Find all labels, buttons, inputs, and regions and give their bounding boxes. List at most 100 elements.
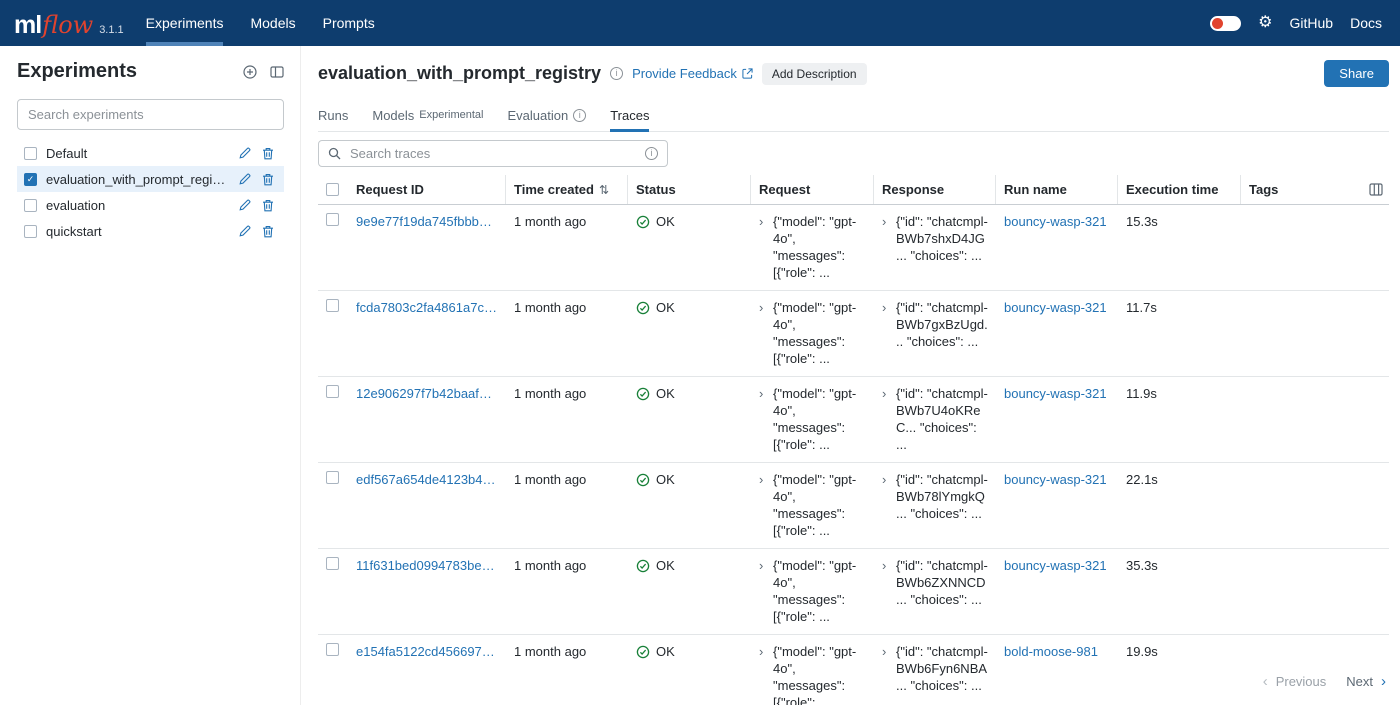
col-response[interactable]: Response [874, 175, 996, 204]
expand-request-icon[interactable]: › [759, 213, 770, 230]
experiment-checkbox[interactable]: ✓ [24, 173, 37, 186]
request-id-link[interactable]: fcda7803c2fa4861a7c2b3... [356, 299, 498, 316]
search-experiments-input[interactable] [17, 99, 284, 130]
new-experiment-icon[interactable] [243, 65, 257, 79]
nav-docs-link[interactable]: Docs [1350, 15, 1382, 31]
status-cell: OK [628, 557, 751, 574]
experiment-checkbox[interactable] [24, 147, 37, 160]
run-name-link[interactable]: bouncy-wasp-321 [1004, 214, 1107, 229]
time-created-cell: 1 month ago [506, 299, 628, 316]
experiment-item-evaluation[interactable]: evaluation [17, 192, 284, 218]
expand-request-icon[interactable]: › [759, 471, 770, 488]
row-checkbox[interactable] [326, 213, 339, 226]
search-traces-input[interactable] [348, 145, 638, 162]
search-traces-box[interactable]: i [318, 140, 668, 167]
status-ok-icon [636, 645, 650, 659]
experiment-label: evaluation_with_prompt_registry [46, 172, 230, 187]
delete-experiment-icon[interactable] [262, 147, 274, 160]
request-cell: › {"model": "gpt-4o", "messages": [{"rol… [751, 299, 874, 367]
col-time-created[interactable]: Time created ⇅ [506, 175, 628, 204]
request-id-link[interactable]: 12e906297f7b42baaf5482... [356, 385, 498, 402]
nav-prompts[interactable]: Prompts [323, 0, 375, 46]
nav-experiments[interactable]: Experiments [146, 0, 224, 46]
status-ok-icon [636, 387, 650, 401]
experiment-item-default[interactable]: Default [17, 140, 284, 166]
sort-descending-icon[interactable]: ⇅ [599, 183, 609, 197]
request-id-link[interactable]: edf567a654de4123b4584... [356, 471, 498, 488]
col-label: Time created [514, 182, 594, 197]
experiment-checkbox[interactable] [24, 225, 37, 238]
experiment-checkbox[interactable] [24, 199, 37, 212]
time-created-cell: 1 month ago [506, 643, 628, 660]
row-checkbox[interactable] [326, 299, 339, 312]
theme-toggle[interactable] [1210, 16, 1241, 31]
collapse-sidebar-icon[interactable] [270, 65, 284, 79]
provide-feedback-link[interactable]: Provide Feedback [632, 66, 753, 81]
col-request-id[interactable]: Request ID [348, 175, 506, 204]
trace-row: 9e9e77f19da745fbbb6fa9... 1 month ago OK… [318, 205, 1389, 291]
col-status[interactable]: Status [628, 175, 751, 204]
expand-request-icon[interactable]: › [759, 643, 770, 660]
expand-response-icon[interactable]: › [882, 471, 893, 488]
nav-models[interactable]: Models [250, 0, 295, 46]
tab-traces[interactable]: Traces [610, 101, 649, 132]
run-name-link[interactable]: bouncy-wasp-321 [1004, 300, 1107, 315]
expand-response-icon[interactable]: › [882, 299, 893, 316]
edit-experiment-icon[interactable] [239, 199, 251, 211]
select-all-checkbox[interactable] [326, 183, 339, 196]
next-page-button[interactable]: Next › [1346, 674, 1386, 689]
expand-response-icon[interactable]: › [882, 385, 893, 402]
delete-experiment-icon[interactable] [262, 173, 274, 186]
row-checkbox[interactable] [326, 557, 339, 570]
edit-experiment-icon[interactable] [239, 225, 251, 237]
response-cell: › {"id": "chatcmpl-BWb6ZXNNCD... "choice… [874, 557, 996, 608]
columns-config-icon[interactable] [1369, 183, 1383, 196]
pagination: ‹ Previous Next › [1263, 674, 1386, 689]
expand-request-icon[interactable]: › [759, 557, 770, 574]
run-name-link[interactable]: bouncy-wasp-321 [1004, 386, 1107, 401]
add-description-button[interactable]: Add Description [762, 63, 867, 85]
row-checkbox[interactable] [326, 385, 339, 398]
experiment-item-quickstart[interactable]: quickstart [17, 218, 284, 244]
tab-evaluation[interactable]: Evaluation i [507, 101, 586, 132]
share-button[interactable]: Share [1324, 60, 1389, 87]
status-cell: OK [628, 471, 751, 488]
row-checkbox[interactable] [326, 643, 339, 656]
run-name-link[interactable]: bouncy-wasp-321 [1004, 558, 1107, 573]
row-checkbox[interactable] [326, 471, 339, 484]
col-execution-time[interactable]: Execution time [1118, 175, 1241, 204]
navbar-right: ⚙ GitHub Docs [1210, 0, 1382, 46]
request-id-link[interactable]: 9e9e77f19da745fbbb6fa9... [356, 213, 498, 230]
col-tags[interactable]: Tags [1241, 175, 1361, 204]
experiment-item-evaluation-with-prompt-registry[interactable]: ✓ evaluation_with_prompt_registry [17, 166, 284, 192]
expand-request-icon[interactable]: › [759, 299, 770, 316]
request-cell: › {"model": "gpt-4o", "messages": [{"rol… [751, 385, 874, 453]
experiment-list: Default ✓ evaluation_with_prompt_registr… [17, 140, 284, 244]
search-info-icon[interactable]: i [645, 147, 658, 160]
delete-experiment-icon[interactable] [262, 225, 274, 238]
col-run-name[interactable]: Run name [996, 175, 1118, 204]
response-cell: › {"id": "chatcmpl-BWb7shxD4JG... "choic… [874, 213, 996, 264]
expand-response-icon[interactable]: › [882, 557, 893, 574]
delete-experiment-icon[interactable] [262, 199, 274, 212]
nav-github-link[interactable]: GitHub [1290, 15, 1334, 31]
request-id-link[interactable]: 11f631bed0994783be051... [356, 557, 498, 574]
edit-experiment-icon[interactable] [239, 147, 251, 159]
response-cell: › {"id": "chatcmpl-BWb6Fyn6NBA... "choic… [874, 643, 996, 694]
col-request[interactable]: Request [751, 175, 874, 204]
tab-models[interactable]: Models Experimental [372, 101, 483, 132]
experiment-info-icon[interactable]: i [610, 67, 623, 80]
tab-runs[interactable]: Runs [318, 101, 348, 132]
expand-response-icon[interactable]: › [882, 213, 893, 230]
status-ok-icon [636, 301, 650, 315]
mlflow-logo[interactable]: mlflow 3.1.1 [14, 0, 124, 46]
request-id-link[interactable]: e154fa5122cd456697709... [356, 643, 498, 660]
run-name-link[interactable]: bold-moose-981 [1004, 644, 1098, 659]
expand-request-icon[interactable]: › [759, 385, 770, 402]
previous-page-button[interactable]: ‹ Previous [1263, 674, 1327, 689]
run-name-link[interactable]: bouncy-wasp-321 [1004, 472, 1107, 487]
settings-gear-icon[interactable]: ⚙ [1258, 15, 1272, 31]
expand-response-icon[interactable]: › [882, 643, 893, 660]
edit-experiment-icon[interactable] [239, 173, 251, 185]
chevron-left-icon: ‹ [1263, 675, 1268, 688]
